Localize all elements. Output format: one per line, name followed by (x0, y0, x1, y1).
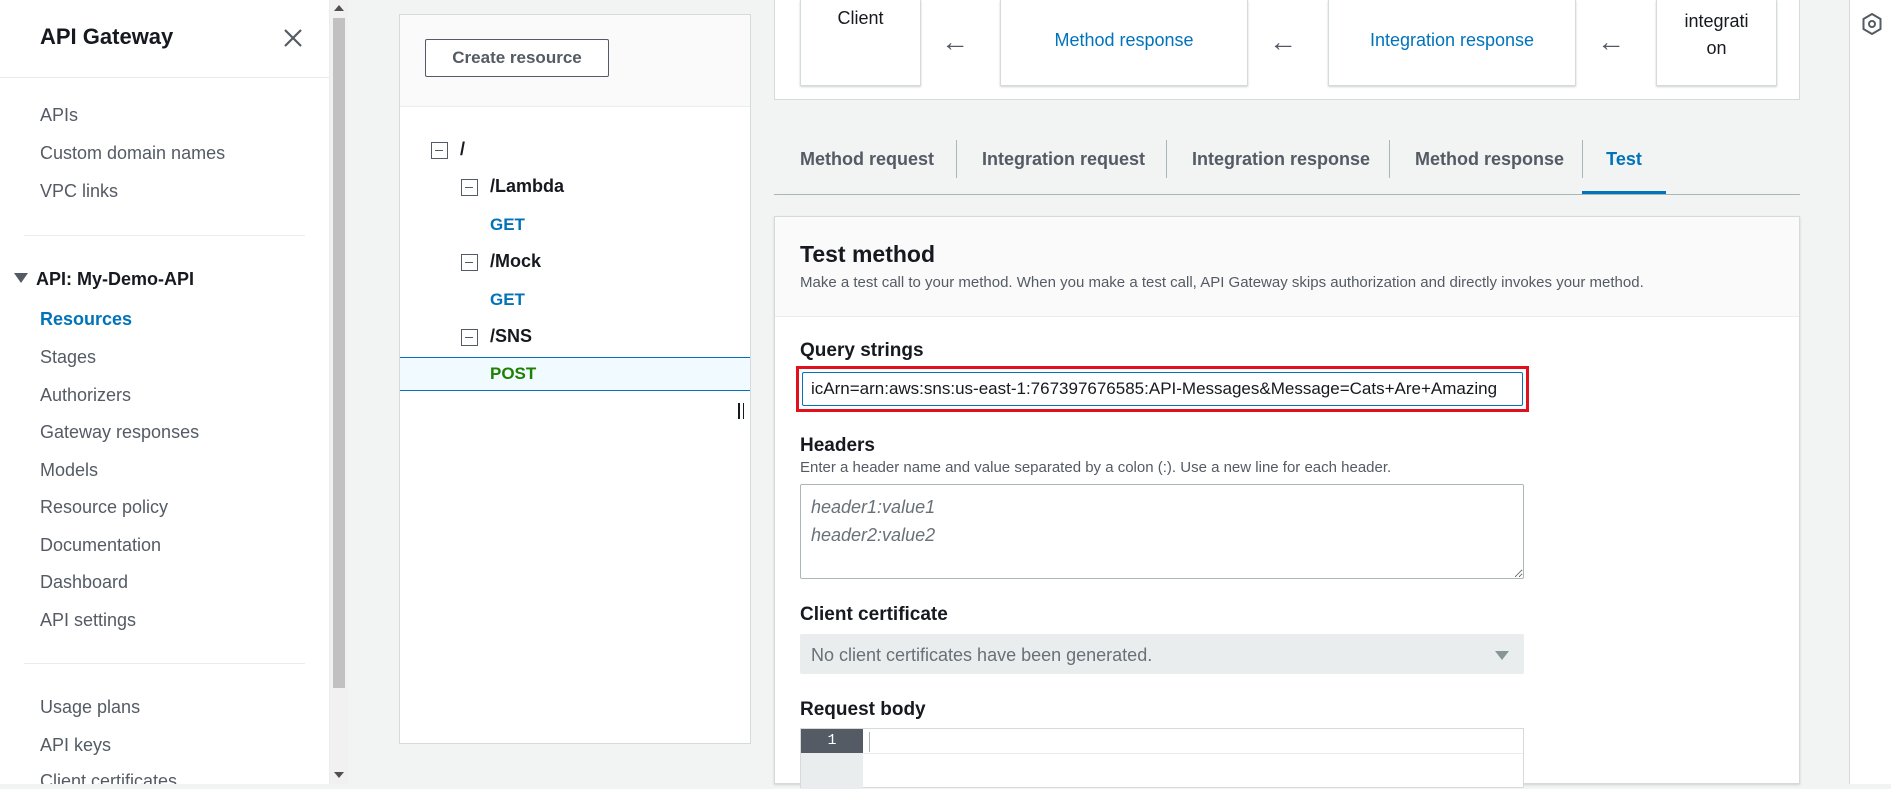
client-certificate-select[interactable]: No client certificates have been generat… (800, 634, 1524, 674)
nav-divider (24, 235, 305, 236)
nav-item-api-settings[interactable]: API settings (40, 610, 136, 631)
query-strings-input[interactable] (802, 372, 1523, 406)
right-tools-rail (1849, 0, 1891, 784)
flow-method-response-link[interactable]: Method response (1000, 0, 1248, 86)
flow-integration-response-link[interactable]: Integration response (1328, 0, 1576, 86)
tab-separator (1166, 140, 1167, 178)
scrollbar-thumb[interactable] (333, 18, 345, 688)
client-certificate-value: No client certificates have been generat… (811, 645, 1153, 665)
headers-label: Headers (800, 435, 875, 456)
request-body-editor[interactable]: 1 (800, 728, 1524, 789)
tree-node-root[interactable]: / (460, 139, 465, 160)
chevron-down-icon (1495, 651, 1509, 660)
test-method-title: Test method (800, 241, 936, 267)
nav-item-models[interactable]: Models (40, 460, 98, 481)
tab-method-response[interactable]: Method response (1415, 139, 1564, 194)
tab-integration-response[interactable]: Integration response (1192, 139, 1370, 194)
editor-cursor (869, 732, 870, 752)
nav-item-documentation[interactable]: Documentation (40, 535, 161, 556)
editor-line-number: 1 (801, 729, 863, 753)
flow-client-box: Client (800, 0, 921, 86)
test-method-header: Test method Make a test call to your met… (775, 217, 1799, 317)
headers-description: Enter a header name and value separated … (800, 459, 1392, 476)
collapse-icon[interactable] (461, 254, 478, 271)
tree-node-lambda[interactable]: /Lambda (490, 176, 564, 197)
resources-tree-panel: Create resource / /Lambda GET /Mock GET … (399, 14, 751, 744)
nav-item-authorizers[interactable]: Authorizers (40, 385, 131, 406)
tree-node-sns[interactable]: /SNS (490, 326, 532, 347)
nav-header: API Gateway (0, 0, 329, 78)
nav-item-custom-domain-names[interactable]: Custom domain names (40, 143, 225, 164)
flow-integration-label: integrati (1684, 11, 1749, 31)
nav-item-resources[interactable]: Resources (40, 309, 132, 330)
request-body-label: Request body (800, 699, 926, 720)
nav-item-vpc-links[interactable]: VPC links (40, 181, 118, 202)
tree-method-mock-get[interactable]: GET (490, 290, 525, 310)
nav-item-resource-policy[interactable]: Resource policy (40, 497, 168, 518)
nav-title: API Gateway (40, 24, 174, 49)
flow-integration-box: integrati on (1656, 0, 1777, 86)
client-certificate-label: Client certificate (800, 604, 948, 625)
nav-item-usage-plans[interactable]: Usage plans (40, 697, 140, 718)
editor-gutter: 1 (801, 729, 863, 789)
query-strings-label: Query strings (800, 340, 924, 361)
side-navigation: API Gateway APIs Custom domain names VPC… (0, 0, 330, 784)
collapse-icon[interactable] (461, 329, 478, 346)
headers-textarea[interactable] (800, 484, 1524, 579)
tab-test[interactable]: Test (1582, 139, 1666, 194)
method-flow-diagram: Client ← Method response ← Integration r… (774, 0, 1800, 100)
tree-row-sns-post[interactable]: POST (400, 357, 750, 391)
collapse-icon[interactable] (461, 179, 478, 196)
nav-item-stages[interactable]: Stages (40, 347, 96, 368)
api-group-label: API: My-Demo-API (36, 269, 195, 289)
flow-integration-label: on (1706, 38, 1727, 58)
panel-resize-handle[interactable] (738, 403, 744, 419)
api-group-toggle[interactable]: API: My-Demo-API (14, 269, 194, 290)
arrow-left-icon: ← (1597, 26, 1625, 57)
nav-item-gateway-responses[interactable]: Gateway responses (40, 422, 199, 443)
nav-divider (24, 663, 305, 664)
nav-item-api-keys[interactable]: API keys (40, 735, 111, 756)
caret-down-icon (14, 273, 28, 284)
tab-integration-request[interactable]: Integration request (982, 139, 1145, 194)
nav-scrollbar[interactable] (330, 0, 348, 784)
scroll-down-icon[interactable] (334, 772, 344, 778)
scroll-up-icon[interactable] (334, 5, 344, 11)
close-icon[interactable] (280, 25, 306, 51)
method-tabs: Method request Integration request Integ… (774, 139, 1800, 195)
nav-item-client-certificates[interactable]: Client certificates (40, 771, 177, 784)
test-method-panel: Test method Make a test call to your met… (774, 216, 1800, 789)
query-strings-highlight (796, 366, 1529, 412)
tab-separator (1389, 140, 1390, 178)
tab-method-request[interactable]: Method request (800, 139, 934, 194)
editor-line-divider (863, 753, 1523, 754)
collapse-icon[interactable] (431, 142, 448, 159)
nav-item-dashboard[interactable]: Dashboard (40, 572, 128, 593)
resources-toolbar: Create resource (400, 15, 750, 107)
settings-hexagon-icon[interactable] (1862, 13, 1882, 35)
tree-method-sns-post[interactable]: POST (490, 364, 536, 384)
tree-node-mock[interactable]: /Mock (490, 251, 541, 272)
arrow-left-icon: ← (941, 26, 969, 57)
create-resource-button[interactable]: Create resource (425, 39, 609, 77)
tree-method-lambda-get[interactable]: GET (490, 215, 525, 235)
nav-item-apis[interactable]: APIs (40, 105, 78, 126)
arrow-left-icon: ← (1269, 26, 1297, 57)
tab-separator (956, 140, 957, 178)
test-method-description: Make a test call to your method. When yo… (800, 274, 1644, 291)
